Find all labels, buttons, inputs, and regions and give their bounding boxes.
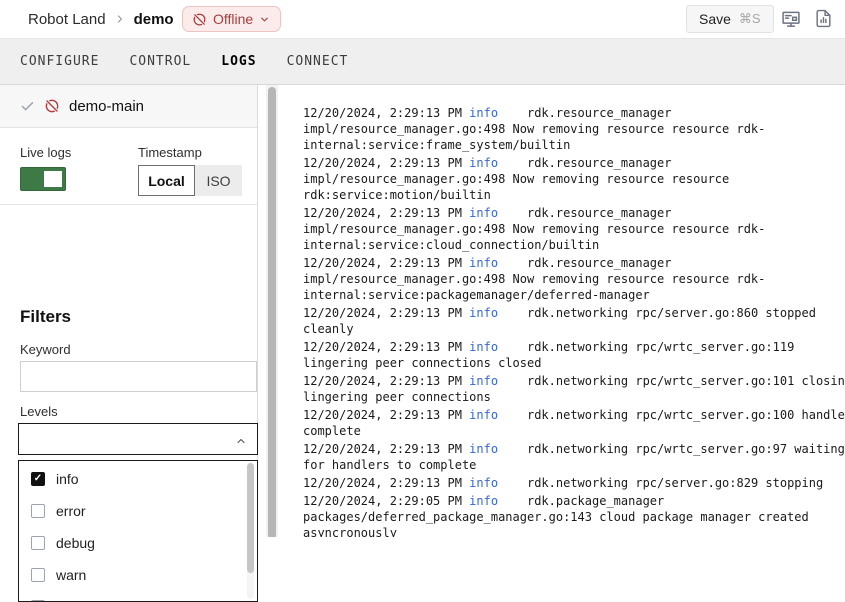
check-icon	[20, 99, 35, 114]
log-timestamp: 12/20/2024, 2:29:13 PM	[303, 306, 469, 320]
machine-monitor-icon[interactable]	[781, 9, 801, 29]
log-level: info	[469, 494, 498, 508]
log-entry: 12/20/2024, 2:29:13 PM info rdk.networki…	[303, 373, 845, 405]
checkbox-icon[interactable]	[31, 504, 45, 518]
level-option-warn[interactable]: warn	[19, 559, 243, 591]
level-option-label: info	[56, 471, 79, 487]
logs-sidebar: demo-main Live logs Timestamp LocalISO F…	[0, 85, 258, 537]
breadcrumb: Robot Land demo	[28, 0, 174, 38]
level-option-label: debug	[56, 535, 95, 551]
log-file-icon[interactable]	[814, 9, 834, 29]
tab-logs[interactable]: LOGS	[221, 54, 256, 69]
log-level: info	[469, 156, 498, 170]
machine-part-row[interactable]: demo-main	[0, 85, 257, 128]
level-option[interactable]	[19, 591, 243, 602]
log-timestamp: 12/20/2024, 2:29:13 PM	[303, 156, 469, 170]
log-controls: Live logs Timestamp LocalISO	[0, 128, 257, 205]
checkbox-checked-icon[interactable]: ✓	[31, 472, 45, 486]
tab-bar: CONFIGURE CONTROL LOGS CONNECT	[0, 38, 845, 85]
timestamp-option-iso[interactable]: ISO	[195, 165, 242, 196]
log-timestamp: 12/20/2024, 2:29:13 PM	[303, 374, 469, 388]
log-entry: 12/20/2024, 2:29:05 PM info rdk.package_…	[303, 493, 845, 537]
level-option-label: error	[56, 503, 86, 519]
logs-scrollbar-thumb[interactable]	[268, 87, 276, 537]
toggle-knob	[44, 171, 62, 187]
log-timestamp: 12/20/2024, 2:29:13 PM	[303, 106, 469, 120]
timestamp-option-local[interactable]: Local	[138, 165, 195, 196]
log-level: info	[469, 106, 498, 120]
machine-status-dropdown[interactable]: Offline	[182, 6, 281, 32]
log-entry: 12/20/2024, 2:29:13 PM info rdk.networki…	[303, 339, 845, 371]
log-entry-list: 12/20/2024, 2:29:13 PM info rdk.resource…	[303, 105, 845, 537]
log-level: info	[469, 206, 498, 220]
tab-configure[interactable]: CONFIGURE	[20, 54, 99, 69]
save-shortcut: ⌘S	[739, 11, 761, 27]
levels-select[interactable]	[18, 423, 258, 455]
log-timestamp: 12/20/2024, 2:29:13 PM	[303, 206, 469, 220]
dropdown-scrollbar-thumb[interactable]	[247, 463, 254, 573]
network-off-icon	[192, 12, 207, 27]
log-timestamp: 12/20/2024, 2:29:13 PM	[303, 476, 469, 490]
log-timestamp: 12/20/2024, 2:29:13 PM	[303, 340, 469, 354]
level-option-label: warn	[56, 567, 86, 583]
tab-control[interactable]: CONTROL	[129, 54, 191, 69]
log-entry: 12/20/2024, 2:29:13 PM info rdk.networki…	[303, 441, 845, 473]
log-level: info	[469, 306, 498, 320]
log-entry: 12/20/2024, 2:29:13 PM info rdk.resource…	[303, 105, 845, 153]
levels-option-list: ✓ info error debug warn	[19, 463, 243, 602]
keyword-label: Keyword	[20, 342, 71, 357]
log-level: info	[469, 442, 498, 456]
log-entry: 12/20/2024, 2:29:13 PM info rdk.resource…	[303, 205, 845, 253]
log-entry: 12/20/2024, 2:29:13 PM info rdk.networki…	[303, 407, 845, 439]
top-bar: Robot Land demo Offline Save ⌘S	[0, 0, 845, 38]
level-option-info[interactable]: ✓ info	[19, 463, 243, 495]
filters-title: Filters	[20, 307, 71, 327]
level-option-debug[interactable]: debug	[19, 527, 243, 559]
network-off-icon	[44, 98, 60, 114]
log-level: info	[469, 408, 498, 422]
checkbox-icon[interactable]	[31, 568, 45, 582]
save-label: Save	[699, 11, 731, 27]
chevron-down-icon	[259, 14, 270, 25]
tab-connect[interactable]: CONNECT	[287, 54, 349, 69]
levels-dropdown: ✓ info error debug warn	[18, 460, 258, 602]
logs-scrollbar-track	[266, 85, 278, 537]
keyword-input[interactable]	[20, 361, 257, 392]
log-timestamp: 12/20/2024, 2:29:13 PM	[303, 442, 469, 456]
log-entry: 12/20/2024, 2:29:13 PM info rdk.networki…	[303, 475, 845, 491]
log-entry: 12/20/2024, 2:29:13 PM info rdk.resource…	[303, 255, 845, 303]
breadcrumb-current: demo	[134, 11, 174, 28]
log-timestamp: 12/20/2024, 2:29:13 PM	[303, 408, 469, 422]
status-label: Offline	[213, 11, 253, 27]
dropdown-scrollbar-track	[247, 463, 254, 599]
log-level: info	[469, 256, 498, 270]
log-panel: 12/20/2024, 2:29:13 PM info rdk.resource…	[259, 85, 845, 537]
level-option-error[interactable]: error	[19, 495, 243, 527]
checkbox-icon[interactable]	[31, 536, 45, 550]
log-message: rdk.networking rpc/server.go:829 stoppin…	[498, 476, 823, 490]
timestamp-label: Timestamp	[138, 145, 202, 160]
log-entry: 12/20/2024, 2:29:13 PM info rdk.resource…	[303, 155, 845, 203]
log-timestamp: 12/20/2024, 2:29:13 PM	[303, 256, 469, 270]
machine-part-name: demo-main	[69, 98, 144, 115]
live-logs-toggle[interactable]	[20, 167, 66, 191]
log-level: info	[469, 340, 498, 354]
breadcrumb-root[interactable]: Robot Land	[28, 11, 106, 28]
timestamp-segmented-control: LocalISO	[138, 165, 242, 196]
log-timestamp: 12/20/2024, 2:29:05 PM	[303, 494, 469, 508]
log-entry: 12/20/2024, 2:29:13 PM info rdk.networki…	[303, 305, 845, 337]
chevron-up-icon	[235, 434, 247, 452]
log-level: info	[469, 374, 498, 388]
save-button[interactable]: Save ⌘S	[686, 5, 774, 33]
chevron-right-icon	[114, 13, 126, 25]
live-logs-label: Live logs	[20, 145, 71, 160]
log-level: info	[469, 476, 498, 490]
levels-label: Levels	[20, 404, 58, 419]
